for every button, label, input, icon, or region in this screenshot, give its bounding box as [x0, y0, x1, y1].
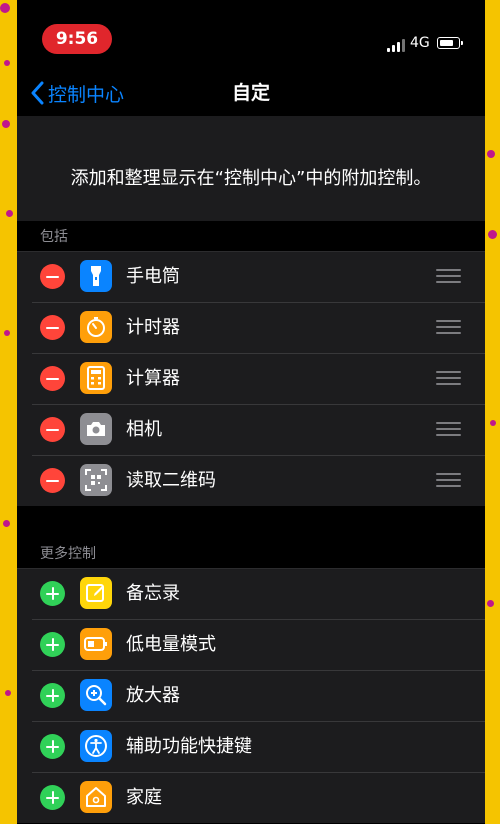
item-label: 家庭: [126, 787, 162, 808]
section-header-included: 包括: [40, 229, 68, 245]
item-label: 手电筒: [126, 266, 180, 287]
signal-icon: [387, 38, 405, 52]
battery-level: [439, 39, 454, 46]
page-title: 自定: [231, 82, 270, 104]
list-item: 家庭: [17, 772, 485, 823]
description-area: 添加和整理显示在“控制中心”中的附加控制。: [17, 116, 485, 221]
camera-icon: [80, 413, 112, 445]
magnifier-icon: [80, 679, 112, 711]
reorder-handle-icon[interactable]: [436, 473, 461, 488]
reorder-handle-icon[interactable]: [436, 371, 461, 386]
plus-icon-vertical: [51, 689, 54, 702]
included-controls-list: 手电筒计时器计算器相机读取二维码: [17, 251, 485, 506]
plus-icon-vertical: [51, 638, 54, 651]
list-item: 手电筒: [17, 251, 485, 302]
item-label: 备忘录: [126, 583, 180, 604]
status-bar: 9:56 4G: [17, 0, 485, 70]
calculator-icon: [80, 362, 112, 394]
timer-icon: [80, 311, 112, 343]
phone-screen: 9:56 4G 控制中心 自定 添加和整理显示在“控制中心”中的附加控制。 包括…: [17, 0, 485, 824]
add-button[interactable]: [40, 683, 65, 708]
status-time: 9:56: [42, 24, 112, 54]
item-label: 相机: [126, 419, 162, 440]
item-label: 辅助功能快捷键: [126, 736, 252, 757]
qr-code-icon: [80, 464, 112, 496]
minus-icon: [46, 428, 59, 431]
list-item: 读取二维码: [17, 455, 485, 506]
list-item: 备忘录: [17, 568, 485, 619]
plus-icon-vertical: [51, 791, 54, 804]
battery-icon: [437, 37, 463, 49]
add-button[interactable]: [40, 581, 65, 606]
remove-button[interactable]: [40, 315, 65, 340]
item-label: 放大器: [126, 685, 180, 706]
item-label: 读取二维码: [126, 470, 216, 491]
minus-icon: [46, 275, 59, 278]
reorder-handle-icon[interactable]: [436, 269, 461, 284]
remove-button[interactable]: [40, 264, 65, 289]
add-button[interactable]: [40, 785, 65, 810]
more-controls-list: 备忘录低电量模式放大器辅助功能快捷键 家庭: [17, 568, 485, 823]
minus-icon: [46, 479, 59, 482]
minus-icon: [46, 326, 59, 329]
list-item: 放大器: [17, 670, 485, 721]
remove-button[interactable]: [40, 417, 65, 442]
navigation-bar: 控制中心 自定: [17, 70, 485, 116]
list-item: 计算器: [17, 353, 485, 404]
minus-icon: [46, 377, 59, 380]
section-header-more: 更多控制: [40, 546, 96, 562]
notes-icon: [80, 577, 112, 609]
item-label: 低电量模式: [126, 634, 216, 655]
home-icon: [80, 781, 112, 813]
list-item: 辅助功能快捷键: [17, 721, 485, 772]
plus-icon-vertical: [51, 587, 54, 600]
reorder-handle-icon[interactable]: [436, 422, 461, 437]
description-text: 添加和整理显示在“控制中心”中的附加控制。: [70, 168, 432, 189]
reorder-handle-icon[interactable]: [436, 320, 461, 335]
network-type: 4G: [410, 35, 430, 51]
add-button[interactable]: [40, 734, 65, 759]
accessibility-icon: [80, 730, 112, 762]
remove-button[interactable]: [40, 366, 65, 391]
item-label: 计算器: [126, 368, 180, 389]
list-item: 计时器: [17, 302, 485, 353]
item-label: 计时器: [126, 317, 180, 338]
list-item: 低电量模式: [17, 619, 485, 670]
flashlight-icon: [80, 260, 112, 292]
plus-icon-vertical: [51, 740, 54, 753]
list-item: 相机: [17, 404, 485, 455]
remove-button[interactable]: [40, 468, 65, 493]
add-button[interactable]: [40, 632, 65, 657]
low-power-icon: [80, 628, 112, 660]
